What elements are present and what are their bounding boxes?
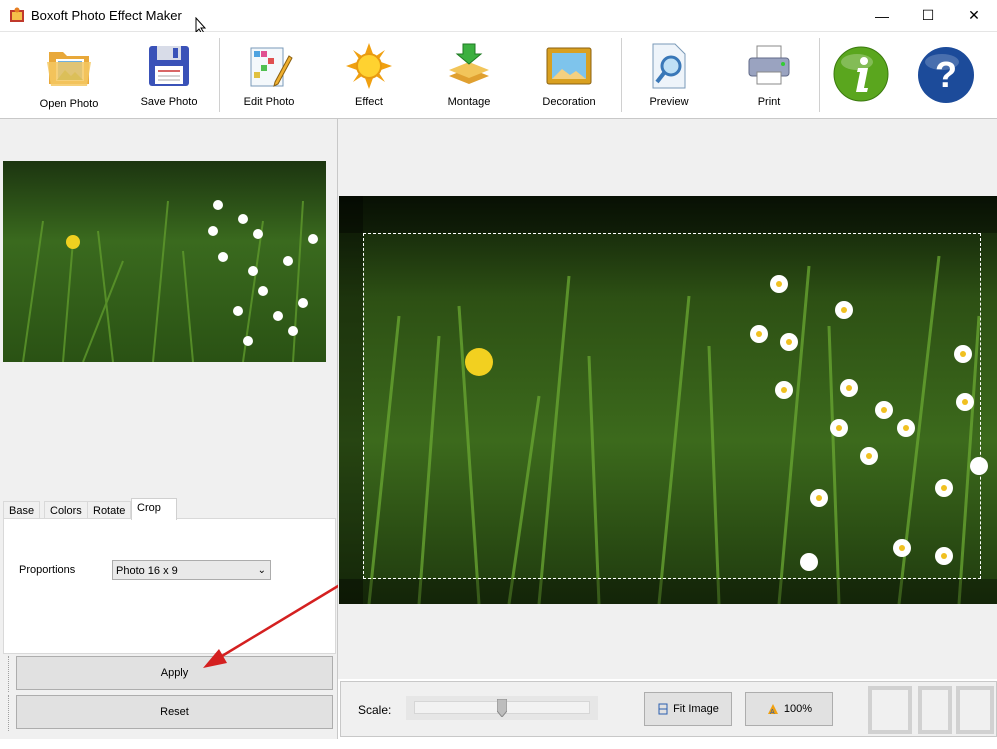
floppy-disk-icon: [149, 46, 189, 86]
tab-crop[interactable]: Crop: [131, 498, 177, 520]
proportions-value: Photo 16 x 9: [116, 565, 178, 577]
svg-text:?: ?: [935, 54, 957, 95]
fit-image-icon: [658, 703, 668, 715]
decoration-button[interactable]: Decoration: [521, 36, 617, 114]
decoration-label: Decoration: [542, 96, 596, 108]
splitter-handle: [8, 695, 10, 731]
window-title: Boxoft Photo Effect Maker: [31, 8, 182, 23]
preview-button[interactable]: Preview: [621, 36, 717, 114]
info-button[interactable]: [833, 46, 889, 105]
edit-photo-label: Edit Photo: [243, 96, 295, 108]
print-button[interactable]: Print: [721, 36, 817, 114]
help-icon: ?: [918, 47, 974, 103]
zoom-actual-size-icon: A: [767, 704, 778, 716]
save-photo-button[interactable]: Save Photo: [121, 36, 217, 114]
toolbar-separator: [819, 38, 820, 112]
framed-picture-icon: [546, 47, 592, 85]
toolbar-separator: [219, 38, 220, 112]
effect-button[interactable]: Effect: [321, 36, 417, 114]
svg-text:A: A: [770, 709, 775, 716]
help-button[interactable]: ?: [917, 46, 975, 107]
info-icon: [833, 46, 889, 102]
sun-icon: [346, 43, 392, 89]
preview-label: Preview: [649, 96, 689, 108]
grid-pencil-icon: [250, 47, 293, 87]
minimize-button[interactable]: —: [859, 0, 905, 31]
crop-selection-rectangle[interactable]: [363, 233, 981, 579]
annotation-arrow: [203, 578, 349, 668]
montage-label: Montage: [447, 96, 491, 108]
open-photo-label: Open Photo: [39, 98, 99, 110]
thumbnail-preview: [3, 161, 326, 362]
scale-slider-thumb[interactable]: [497, 699, 507, 717]
fit-image-button[interactable]: Fit Image: [644, 692, 732, 726]
fit-image-label: Fit Image: [673, 703, 719, 715]
magnifier-page-icon: [652, 43, 686, 89]
proportions-label: Proportions: [19, 564, 76, 576]
splitter-handle: [8, 656, 10, 692]
effect-label: Effect: [355, 96, 383, 108]
watermark-logo: [862, 682, 997, 739]
open-photo-button[interactable]: Open Photo: [21, 36, 117, 114]
toolbar: Open Photo Save Photo Edit Photo Effect …: [0, 32, 997, 119]
zoom-100-label: 100%: [783, 703, 813, 715]
app-icon: [10, 7, 24, 22]
folder-photo-icon: [47, 52, 91, 86]
edit-photo-button[interactable]: Edit Photo: [221, 36, 317, 114]
close-button[interactable]: ✕: [951, 0, 997, 31]
montage-button[interactable]: Montage: [421, 36, 517, 114]
zoom-100-button[interactable]: A 100%: [745, 692, 833, 726]
scale-label: Scale:: [358, 703, 392, 717]
print-label: Print: [757, 96, 781, 108]
reset-button[interactable]: Reset: [16, 695, 333, 729]
stack-arrow-icon: [449, 43, 489, 84]
save-photo-label: Save Photo: [140, 96, 198, 108]
printer-icon: [748, 45, 790, 85]
maximize-button[interactable]: ☐: [905, 0, 951, 31]
